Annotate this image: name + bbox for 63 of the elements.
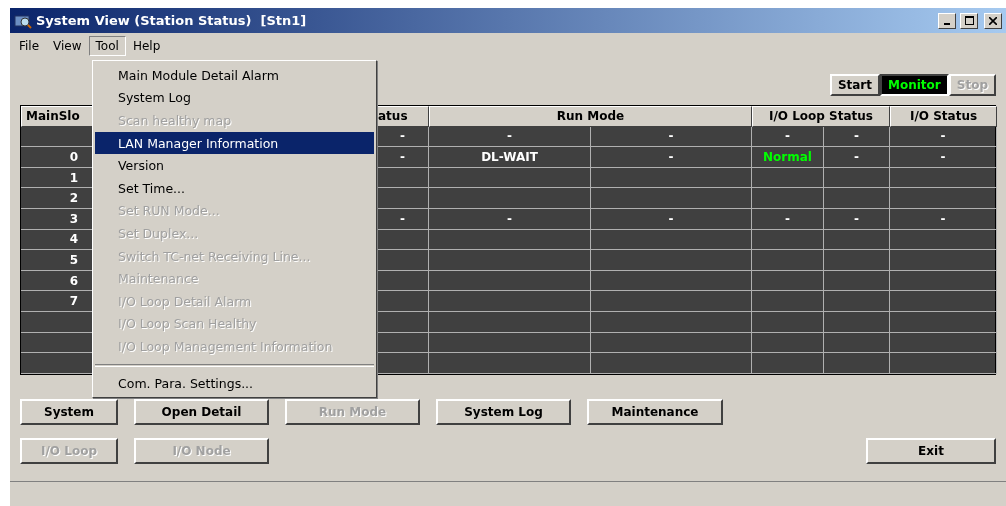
column-header: I/O Status (890, 106, 997, 127)
table-cell: - (890, 208, 997, 230)
table-cell: Normal (752, 147, 824, 168)
table-cell: - (824, 147, 890, 168)
table-cell (752, 332, 824, 354)
table-cell (824, 229, 890, 251)
action-button[interactable]: System Log (436, 398, 571, 425)
table-cell: - (591, 208, 752, 230)
table-cell (752, 291, 824, 312)
table-cell: - (752, 126, 824, 148)
app-icon (14, 12, 32, 29)
table-cell (824, 332, 890, 354)
table-cell (824, 311, 890, 333)
table-cell: DL-WAIT (429, 147, 591, 168)
table-cell (752, 188, 824, 209)
table-cell (752, 250, 824, 271)
table-cell (752, 353, 824, 374)
close-icon (989, 16, 997, 25)
table-cell (752, 311, 824, 333)
menu-entry[interactable]: Main Module Detail Alarm (95, 64, 374, 87)
menu-item[interactable]: View (46, 36, 89, 56)
action-button[interactable]: System (20, 398, 118, 425)
table-cell: - (824, 208, 890, 230)
maximize-button[interactable] (960, 12, 978, 29)
close-button[interactable] (984, 12, 1002, 29)
table-cell: - (752, 208, 824, 230)
table-cell (824, 353, 890, 374)
menu-entry[interactable]: Version (95, 154, 374, 177)
menu-item[interactable]: File (12, 36, 47, 56)
table-cell: - (429, 208, 591, 230)
menu-item[interactable]: Help (125, 36, 168, 56)
menu-entry[interactable]: System Log (95, 86, 374, 110)
window-title: System View (Station Status) [Stn1] (36, 13, 308, 28)
table-cell (824, 250, 890, 271)
menu-entry[interactable]: Set Time... (95, 176, 374, 200)
action-button[interactable]: Exit (866, 437, 996, 464)
action-button[interactable]: Maintenance (587, 398, 723, 425)
table-cell (824, 167, 890, 189)
menu-entry[interactable]: LAN Manager Information (95, 131, 374, 155)
table-cell: - (591, 126, 752, 148)
table-cell: - (890, 147, 997, 168)
column-header: MainSlo (21, 106, 93, 127)
menu-entry[interactable]: Com. Para. Settings... (95, 371, 374, 395)
table-cell (824, 291, 890, 312)
menu-item[interactable]: Tool (88, 36, 126, 56)
minimize-button[interactable] (938, 12, 956, 29)
table-cell: - (824, 126, 890, 148)
column-header: I/O Loop Status (752, 106, 890, 127)
table-cell: - (429, 126, 591, 148)
table-cell (752, 229, 824, 251)
table-cell: - (591, 147, 752, 168)
minimize-icon (944, 22, 950, 25)
column-header: Run Mode (429, 106, 752, 127)
table-cell (824, 188, 890, 209)
table-cell: - (890, 126, 997, 148)
column-header: atus (377, 106, 429, 127)
mode-button[interactable]: Start (829, 74, 881, 96)
maximize-icon (964, 16, 974, 25)
table-cell (752, 270, 824, 292)
table-cell (824, 270, 890, 292)
action-button[interactable]: Open Detail (134, 398, 269, 425)
mode-button[interactable]: Monitor (880, 74, 949, 96)
table-cell (752, 167, 824, 189)
